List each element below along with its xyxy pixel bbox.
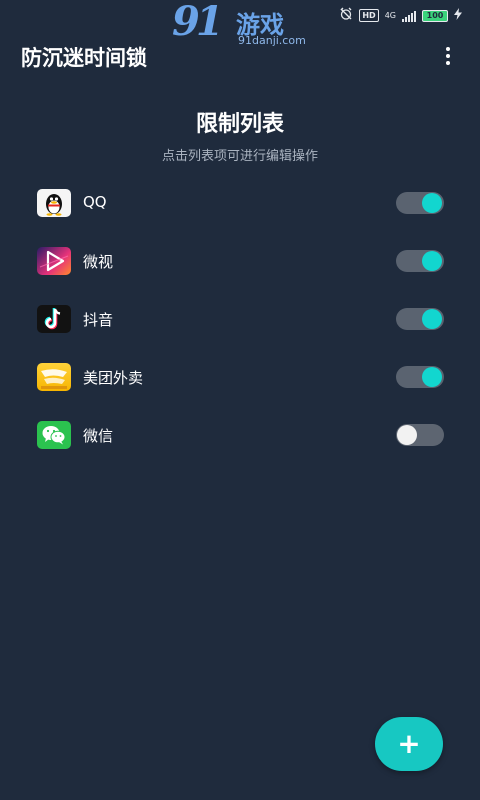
network-type: 4G	[384, 11, 396, 20]
hd-badge: HD	[359, 9, 379, 22]
toggle-knob	[422, 367, 442, 387]
section-title: 限制列表	[195, 112, 284, 137]
wechat-icon	[37, 421, 71, 449]
more-vert-icon[interactable]	[434, 44, 462, 68]
watermark-url: 91danji.com	[238, 34, 306, 47]
add-button[interactable]: +	[375, 717, 443, 771]
toggle-knob	[422, 309, 442, 329]
list-item-weishi[interactable]: 微视	[0, 232, 480, 290]
watermark-number: 91	[172, 0, 224, 45]
charging-icon	[454, 8, 462, 23]
screen: HD 4G 100 91 游戏 91danji.com 防沉迷时间锁 限制列表 …	[0, 0, 480, 800]
toggle-knob	[422, 251, 442, 271]
app-name: 美团外卖	[83, 369, 144, 387]
toggle-switch-meituan[interactable]	[396, 366, 444, 388]
qq-icon	[37, 189, 71, 217]
signal-icon	[402, 10, 416, 22]
list-item-wechat[interactable]: 微信	[0, 406, 480, 464]
weishi-icon	[37, 247, 71, 275]
toggle-switch-wechat[interactable]	[396, 424, 444, 446]
alarm-off-icon	[339, 7, 353, 24]
status-icons: HD 4G 100	[339, 7, 462, 24]
restricted-app-list: QQ 微视 抖音 美团外卖 微信	[0, 174, 480, 464]
douyin-icon	[37, 305, 71, 333]
toggle-switch-douyin[interactable]	[396, 308, 444, 330]
app-title: 防沉迷时间锁	[21, 46, 147, 70]
add-icon: +	[397, 727, 421, 760]
meituan-icon	[37, 363, 71, 391]
app-name: 抖音	[83, 311, 114, 329]
toggle-knob	[422, 193, 442, 213]
watermark-logo: 91 游戏 91danji.com	[172, 0, 312, 48]
toggle-switch-weishi[interactable]	[396, 250, 444, 272]
toggle-knob	[397, 425, 417, 445]
list-item-douyin[interactable]: 抖音	[0, 290, 480, 348]
app-name: 微信	[83, 427, 114, 445]
section-subtitle: 点击列表项可进行编辑操作	[161, 149, 318, 164]
toggle-switch-qq[interactable]	[396, 192, 444, 214]
battery-level: 100	[426, 10, 444, 20]
list-item-meituan[interactable]: 美团外卖	[0, 348, 480, 406]
battery-icon: 100	[422, 9, 448, 22]
app-name: 微视	[83, 253, 114, 271]
list-item-qq[interactable]: QQ	[0, 174, 480, 232]
app-name: QQ	[83, 193, 107, 211]
